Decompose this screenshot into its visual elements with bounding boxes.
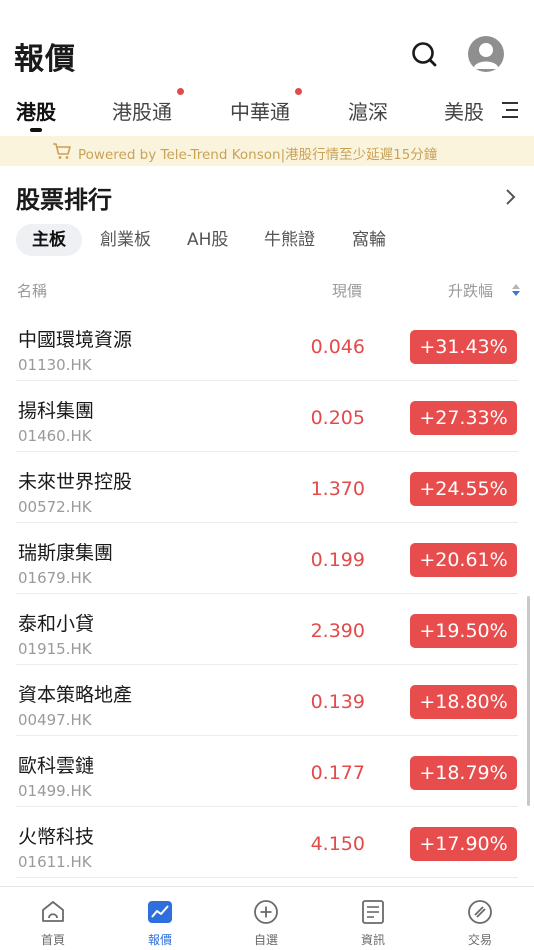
nav-watchlist-label: 自選	[253, 933, 278, 947]
stock-name: 未來世界控股	[18, 471, 133, 493]
trade-icon	[467, 899, 493, 925]
column-header-name: 名稱	[17, 282, 48, 300]
nav-home-label: 首頁	[40, 933, 65, 947]
avatar-icon[interactable]	[468, 36, 504, 72]
stock-change-badge: +17.90%	[410, 827, 517, 861]
stock-row[interactable]: 中國環境資源 01130.HK 0.046 +31.43%	[16, 310, 518, 381]
stock-code: 01679.HK	[18, 569, 92, 587]
stock-code: 01460.HK	[18, 427, 92, 445]
stock-price: 2.390	[310, 620, 365, 642]
tab-menu-icon[interactable]	[500, 100, 522, 120]
stock-code: 01499.HK	[18, 782, 92, 800]
section-title: 股票排行	[16, 186, 112, 214]
nav-watchlist[interactable]: 自選	[236, 899, 296, 948]
stock-row[interactable]: 火幣科技 01611.HK 4.150 +17.90%	[16, 807, 518, 878]
subtab-gem[interactable]: 創業板	[100, 224, 151, 256]
tab-hk-connect-dot	[177, 88, 184, 95]
active-tab-indicator	[30, 128, 42, 132]
nav-trade-label: 交易	[467, 933, 492, 947]
stock-change-badge: +31.43%	[410, 330, 517, 364]
tab-shanghai-shenzhen[interactable]: 滬深	[348, 96, 388, 125]
nav-trade[interactable]: 交易	[450, 899, 510, 948]
subtab-cbbc[interactable]: 牛熊證	[264, 224, 315, 256]
subtab-main-board[interactable]: 主板	[16, 224, 82, 256]
stock-change-badge: +27.33%	[410, 401, 517, 435]
stock-change-badge: +19.50%	[410, 614, 517, 648]
nav-quotes[interactable]: 報價	[130, 899, 190, 948]
quotes-chart-icon	[147, 899, 173, 925]
tab-hk-connect[interactable]: 港股通	[112, 96, 172, 125]
tab-hk-stocks[interactable]: 港股	[16, 96, 56, 125]
nav-home[interactable]: 首頁	[23, 899, 83, 948]
stock-name: 泰和小貸	[18, 613, 95, 635]
stock-code: 01611.HK	[18, 853, 92, 871]
column-header-change[interactable]: 升跌幅	[448, 280, 493, 301]
stock-price: 0.139	[310, 691, 365, 713]
stock-name: 歐科雲鏈	[18, 755, 95, 777]
stock-name: 資本策略地產	[18, 684, 133, 706]
nav-news[interactable]: 資訊	[343, 899, 403, 948]
add-watchlist-icon	[253, 899, 279, 925]
stock-row[interactable]: 資本策略地產 00497.HK 0.139 +18.80%	[16, 665, 518, 736]
stock-row[interactable]: 揚科集團 01460.HK 0.205 +27.33%	[16, 381, 518, 452]
stock-price: 0.177	[310, 762, 365, 784]
stock-code: 00497.HK	[18, 711, 92, 729]
cart-icon	[52, 142, 72, 164]
stock-price: 0.205	[310, 407, 365, 429]
sort-icon[interactable]	[511, 282, 521, 298]
chevron-right-icon[interactable]	[502, 186, 518, 208]
stock-price: 0.046	[310, 336, 365, 358]
tab-china-connect[interactable]: 中華通	[230, 96, 290, 125]
news-document-icon	[360, 899, 386, 925]
page-title: 報價	[14, 42, 76, 77]
stock-row[interactable]: 歐科雲鏈 01499.HK 0.177 +18.79%	[16, 736, 518, 807]
nav-news-label: 資訊	[360, 933, 385, 947]
stock-row[interactable]: 瑞斯康集團 01679.HK 0.199 +20.61%	[16, 523, 518, 594]
list-scrollbar[interactable]	[527, 596, 530, 806]
stock-name: 瑞斯康集團	[18, 542, 114, 564]
stock-change-badge: +18.79%	[410, 756, 517, 790]
stock-name: 揚科集團	[18, 400, 95, 422]
stock-row[interactable]: 未來世界控股 00572.HK 1.370 +24.55%	[16, 452, 518, 523]
bottom-nav: 首頁 報價 自選 資訊 交易	[0, 886, 534, 950]
tab-us-stocks[interactable]: 美股	[444, 96, 484, 125]
stock-code: 00572.HK	[18, 498, 92, 516]
stock-price: 4.150	[310, 833, 365, 855]
home-icon	[40, 899, 66, 925]
stock-row[interactable]: 泰和小貸 01915.HK 2.390 +19.50%	[16, 594, 518, 665]
header: 報價	[0, 0, 534, 90]
stock-price: 0.199	[310, 549, 365, 571]
stock-name: 火幣科技	[18, 826, 95, 848]
search-icon[interactable]	[406, 36, 442, 72]
stock-change-badge: +20.61%	[410, 543, 517, 577]
stock-change-badge: +18.80%	[410, 685, 517, 719]
subtab-warrants[interactable]: 窩輪	[352, 224, 386, 256]
tab-china-connect-dot	[295, 88, 302, 95]
stock-price: 1.370	[310, 478, 365, 500]
stock-code: 01915.HK	[18, 640, 92, 658]
stock-change-badge: +24.55%	[410, 472, 517, 506]
market-tabs: 港股 港股通 中華通 滬深 美股	[0, 88, 534, 132]
subtab-ah-shares[interactable]: AH股	[187, 224, 228, 256]
column-header-price[interactable]: 現價	[332, 280, 362, 301]
delay-banner-text: Powered by Tele-Trend Konson|港股行情至少延遲15分…	[78, 147, 438, 163]
delay-banner: Powered by Tele-Trend Konson|港股行情至少延遲15分…	[0, 136, 534, 166]
stock-name: 中國環境資源	[18, 329, 133, 351]
stock-code: 01130.HK	[18, 356, 92, 374]
nav-quotes-label: 報價	[147, 933, 172, 947]
